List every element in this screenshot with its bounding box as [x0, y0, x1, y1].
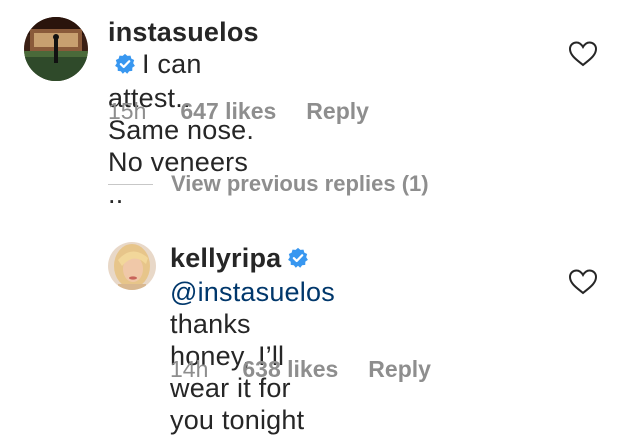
- verified-badge-icon: [287, 244, 309, 276]
- view-previous-replies[interactable]: View previous replies (1): [108, 170, 429, 198]
- reply-button[interactable]: Reply: [368, 356, 431, 382]
- mention-link[interactable]: @instasuelos: [170, 277, 335, 307]
- username[interactable]: instasuelos: [108, 17, 259, 47]
- heart-outline-icon[interactable]: [568, 268, 598, 296]
- likes-count[interactable]: 638 likes: [242, 356, 338, 382]
- avatar-instasuelos[interactable]: [24, 17, 88, 81]
- view-replies-label[interactable]: View previous replies (1): [171, 171, 429, 197]
- verified-badge-icon: [114, 50, 136, 82]
- username[interactable]: kellyripa: [170, 243, 281, 273]
- comment-time: 15h: [108, 98, 147, 124]
- comment-meta: 15h 647 likes Reply: [108, 98, 399, 125]
- reply-button[interactable]: Reply: [306, 98, 369, 124]
- divider-line: [108, 183, 153, 185]
- profile-photo-avatar-icon: [108, 242, 156, 290]
- stage-avatar-icon: [24, 17, 88, 81]
- comment-meta: 14h 638 likes Reply: [170, 356, 461, 383]
- comment-time: 14h: [170, 356, 209, 382]
- likes-count[interactable]: 647 likes: [180, 98, 276, 124]
- comment-body: kellyripa@instasuelos thanks honey, I’ll…: [170, 242, 335, 436]
- avatar-kellyripa[interactable]: [108, 242, 156, 290]
- heart-outline-icon[interactable]: [568, 40, 598, 68]
- comment-text-line2: you tonight: [170, 405, 305, 435]
